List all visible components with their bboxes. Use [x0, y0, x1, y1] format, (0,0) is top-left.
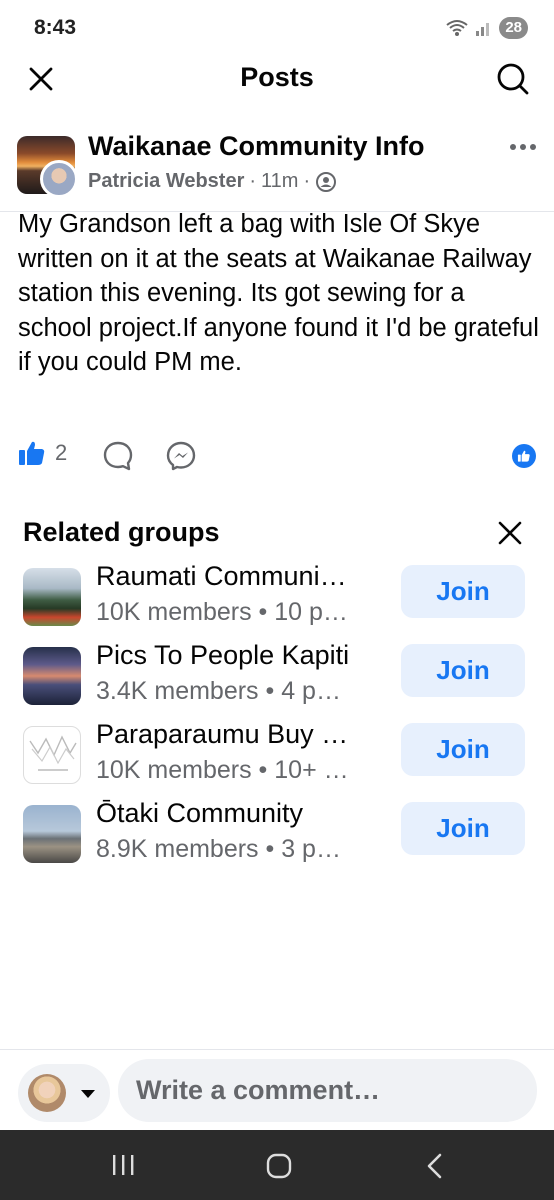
wifi-icon: [446, 20, 468, 36]
close-icon[interactable]: [496, 519, 524, 547]
system-nav-bar: [0, 1130, 554, 1200]
meta-separator: ·: [303, 170, 311, 192]
search-icon[interactable]: [496, 62, 530, 96]
post-actions: 2: [0, 436, 554, 476]
join-button[interactable]: Join: [401, 644, 525, 697]
group-name: Paraparaumu Buy …: [96, 719, 349, 749]
group-thumbnail: [23, 805, 81, 863]
group-meta: 10K members • 10 p…: [96, 598, 348, 626]
group-thumbnail: [23, 647, 81, 705]
profile-switcher[interactable]: [18, 1064, 110, 1122]
group-meta: 10K members • 10+ …: [96, 756, 349, 784]
related-group-item[interactable]: Raumati Communi… 10K members • 10 p… Joi…: [0, 561, 554, 635]
back-icon[interactable]: [422, 1152, 448, 1180]
post-group-name[interactable]: Waikanae Community Info: [88, 131, 425, 162]
post-meta: Patricia Webster · 11m ·: [88, 170, 337, 193]
comment-input[interactable]: Write a comment…: [118, 1059, 537, 1122]
join-button[interactable]: Join: [401, 723, 525, 776]
recent-apps-icon[interactable]: [108, 1152, 138, 1178]
post-time[interactable]: 11m: [261, 170, 298, 193]
group-thumbnail: [23, 568, 81, 626]
friends-privacy-icon: [316, 171, 337, 192]
related-group-item[interactable]: Pics To People Kapiti 3.4K members • 4 p…: [0, 640, 554, 714]
related-groups-title: Related groups: [23, 517, 220, 547]
page-title: Posts: [240, 62, 314, 92]
meta-separator: ·: [249, 170, 257, 192]
reaction-like-badge[interactable]: [512, 444, 536, 468]
join-button[interactable]: Join: [401, 802, 525, 855]
comment-bubble-icon[interactable]: [102, 440, 134, 472]
group-meta: 3.4K members • 4 p…: [96, 677, 341, 705]
thumbs-up-icon: [517, 450, 530, 462]
post-author[interactable]: Patricia Webster: [88, 170, 244, 193]
thumbs-up-icon: [19, 441, 45, 465]
group-name: Ōtaki Community: [96, 798, 304, 828]
group-name: Raumati Communi…: [96, 561, 347, 591]
group-name: Pics To People Kapiti: [96, 640, 350, 670]
avatar: [28, 1074, 66, 1112]
group-meta: 8.9K members • 3 p…: [96, 835, 341, 863]
related-group-item[interactable]: Ōtaki Community 8.9K members • 3 p… Join: [0, 798, 554, 872]
signal-icon: [476, 23, 490, 36]
like-button[interactable]: 2: [17, 438, 67, 468]
chevron-down-icon: [81, 1090, 95, 1098]
battery-level: 28: [499, 17, 528, 39]
home-icon[interactable]: [265, 1152, 293, 1180]
comment-bar: Write a comment…: [0, 1050, 554, 1130]
post-body-text: My Grandson left a bag with Isle Of Skye…: [18, 210, 539, 376]
top-app-bar: Posts: [0, 56, 554, 102]
group-logo-icon: [29, 735, 77, 771]
join-button[interactable]: Join: [401, 565, 525, 618]
status-time: 8:43: [34, 16, 77, 39]
related-group-item[interactable]: Paraparaumu Buy … 10K members • 10+ … Jo…: [0, 719, 554, 793]
author-avatar[interactable]: [40, 160, 78, 198]
more-options-icon[interactable]: [506, 134, 540, 160]
messenger-icon[interactable]: [165, 440, 197, 472]
status-icons: 28: [445, 17, 528, 39]
group-thumbnail: [23, 726, 81, 784]
status-bar: 8:43 28: [0, 0, 554, 56]
post-header: Waikanae Community Info Patricia Webster…: [0, 128, 554, 202]
like-count: 2: [55, 440, 68, 465]
